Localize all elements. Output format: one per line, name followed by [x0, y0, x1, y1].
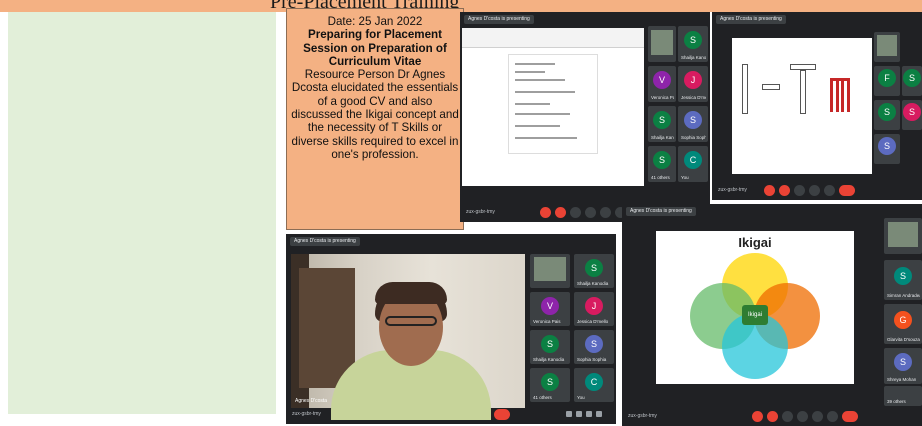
captions-icon[interactable]	[782, 411, 793, 422]
participant-tile-self[interactable]	[874, 32, 900, 62]
participant-tile[interactable]: G Glarvita D'souza	[884, 304, 922, 344]
ikigai-slide: Ikigai Ikigai	[656, 231, 854, 384]
participant-tile[interactable]: S Sophia Sophia	[678, 106, 708, 142]
microphone-icon[interactable]	[752, 411, 763, 422]
present-icon[interactable]	[812, 411, 823, 422]
meeting-code: zux-gsbr-tmy	[292, 411, 321, 417]
meet-control-bar: zux-gsbr-tmy	[622, 408, 922, 426]
presenting-banner: Agnes D'costa is presenting	[716, 15, 786, 24]
word-ribbon	[462, 28, 644, 48]
info-icon[interactable]	[566, 411, 572, 417]
speaker-glasses	[385, 316, 437, 326]
participant-tile[interactable]: S Shailja Kanodia	[530, 330, 570, 364]
end-call-icon[interactable]	[494, 409, 510, 420]
presenting-banner: Agnes D'costa is presenting	[464, 15, 534, 24]
participant-tile-self[interactable]	[530, 254, 570, 288]
participant-tile[interactable]: S Shailja Kanodia	[648, 106, 676, 142]
participant-tile[interactable]: C You	[678, 146, 708, 182]
meeting-code: zux-gsbr-tmy	[628, 413, 657, 419]
participant-tile[interactable]: S Simran Andradea	[884, 260, 922, 300]
participant-tile[interactable]: V Veronica Pais	[648, 66, 676, 102]
meet-control-bar: zux-gsbr-tmy	[712, 182, 922, 200]
ikigai-title: Ikigai	[738, 235, 772, 250]
meet-window-cv-doc: Agnes D'costa is presenting S Shailja Ka…	[460, 12, 710, 222]
microphone-icon[interactable]	[540, 207, 551, 218]
participant-tile[interactable]: S Shreya Mohan	[884, 348, 922, 384]
participant-tile[interactable]: F	[874, 66, 900, 96]
event-info-box: Date: 25 Jan 2022 Preparing for Placemen…	[286, 8, 464, 230]
camera-icon[interactable]	[555, 207, 566, 218]
participant-tile-self[interactable]	[648, 26, 676, 62]
present-icon[interactable]	[824, 185, 835, 196]
ikigai-center: Ikigai	[742, 305, 768, 325]
participant-tile[interactable]: S Shailja Kanodia	[678, 26, 708, 62]
t-skills-slide	[732, 38, 872, 174]
raise-hand-icon[interactable]	[585, 207, 596, 218]
meeting-code: zux-gsbr-tmy	[466, 209, 495, 215]
participant-tile[interactable]: S	[902, 66, 922, 96]
participant-tile[interactable]: V Veronica Pais	[530, 292, 570, 326]
captions-icon[interactable]	[570, 207, 581, 218]
participant-tile[interactable]: S 41 others	[648, 146, 676, 182]
participant-tile[interactable]: S	[874, 134, 900, 164]
more-options-icon[interactable]	[827, 411, 838, 422]
meeting-code: zux-gsbr-tmy	[718, 187, 747, 193]
speaker-camera-feed: Agnes D'costa	[291, 254, 525, 420]
document-page	[508, 54, 598, 154]
end-call-icon[interactable]	[842, 411, 858, 422]
participant-tile[interactable]: C You	[574, 368, 614, 402]
dash-shape	[762, 84, 780, 90]
present-icon[interactable]	[600, 207, 611, 218]
participant-tile[interactable]: J Jessica D'mello	[678, 66, 708, 102]
participant-tile[interactable]: S	[902, 100, 922, 130]
event-date: Date: 25 Jan 2022	[327, 15, 423, 28]
speaker-name: Agnes D'costa	[295, 398, 328, 404]
screenshot-root: Pre-Placement Training Date: 25 Jan 2022…	[0, 0, 922, 426]
participant-tile[interactable]: 39 others	[884, 386, 922, 406]
event-title: Preparing for Placement Session on Prepa…	[303, 28, 447, 68]
shared-document-view	[462, 28, 644, 186]
left-side-panel	[8, 12, 276, 414]
microphone-icon[interactable]	[764, 185, 775, 196]
presenting-banner: Agnes D'costa is presenting	[626, 207, 696, 216]
participant-tile[interactable]: J Jessica D'mello	[574, 292, 614, 326]
meet-window-t-skills: Agnes D'costa is presenting F S S S S zu…	[712, 12, 922, 200]
presenting-banner: Agnes D'costa is presenting	[290, 237, 360, 246]
activities-icon[interactable]	[596, 411, 602, 417]
i-shape	[742, 64, 748, 114]
raise-hand-icon[interactable]	[797, 411, 808, 422]
event-description: Resource Person Dr Agnes Dcosta elucidat…	[291, 68, 459, 161]
participant-tile-self[interactable]	[884, 218, 922, 254]
camera-icon[interactable]	[779, 185, 790, 196]
participant-tile[interactable]: S Shailja Kanodia	[574, 254, 614, 288]
participant-tile[interactable]: S	[874, 100, 900, 130]
chat-icon[interactable]	[586, 411, 592, 417]
raise-hand-icon[interactable]	[809, 185, 820, 196]
camera-icon[interactable]	[767, 411, 778, 422]
people-icon[interactable]	[576, 411, 582, 417]
participant-tile[interactable]: S Sophia Sophia	[574, 330, 614, 364]
captions-icon[interactable]	[794, 185, 805, 196]
participant-tile[interactable]: S 41 others	[530, 368, 570, 402]
end-call-icon[interactable]	[839, 185, 855, 196]
